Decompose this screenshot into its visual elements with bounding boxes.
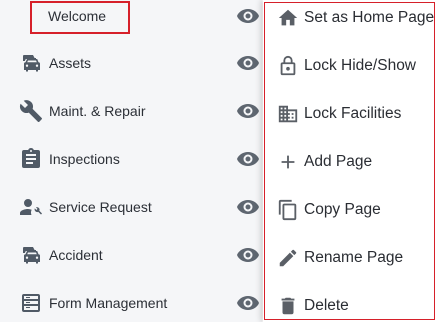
home-icon bbox=[276, 6, 300, 30]
nav-item-label: Accident bbox=[49, 247, 103, 263]
person-wrench-icon bbox=[18, 194, 44, 220]
pencil-icon bbox=[276, 246, 300, 270]
menu-item-label: Lock Hide/Show bbox=[304, 57, 417, 74]
menu-item-lock-facilities[interactable]: Lock Facilities bbox=[264, 92, 435, 136]
eye-icon[interactable] bbox=[236, 99, 260, 123]
nav-item-assets[interactable]: Assets bbox=[0, 41, 262, 85]
nav-item-label: Welcome bbox=[48, 8, 107, 24]
menu-item-delete[interactable]: Delete bbox=[264, 284, 435, 322]
menu-item-label: Rename Page bbox=[304, 249, 404, 266]
menu-item-lock-hide-show[interactable]: Lock Hide/Show bbox=[264, 44, 435, 88]
trash-icon bbox=[276, 294, 300, 318]
menu-item-set-home-page[interactable]: Set as Home Page bbox=[264, 0, 435, 40]
menu-item-label: Add Page bbox=[304, 153, 373, 170]
menu-item-rename-page[interactable]: Rename Page bbox=[264, 236, 435, 280]
eye-icon[interactable] bbox=[236, 4, 260, 28]
vehicles-icon bbox=[18, 50, 44, 76]
eye-icon[interactable] bbox=[236, 243, 260, 267]
wrench-icon bbox=[18, 98, 44, 124]
page-menu-screen: Welcome Assets Maint. & Repair Inspectio… bbox=[0, 0, 436, 322]
eye-icon[interactable] bbox=[236, 147, 260, 171]
nav-item-service-request[interactable]: Service Request bbox=[0, 185, 262, 229]
nav-item-inspections[interactable]: Inspections bbox=[0, 137, 262, 181]
copy-icon bbox=[276, 198, 300, 222]
nav-item-label: Maint. & Repair bbox=[49, 103, 146, 119]
building-icon bbox=[276, 102, 300, 126]
menu-item-copy-page[interactable]: Copy Page bbox=[264, 188, 435, 232]
menu-item-label: Set as Home Page bbox=[304, 9, 435, 26]
menu-item-label: Copy Page bbox=[304, 201, 381, 218]
menu-item-label: Delete bbox=[304, 297, 349, 314]
nav-item-label: Assets bbox=[49, 55, 92, 71]
page-navigation-list: Welcome Assets Maint. & Repair Inspectio… bbox=[0, 0, 262, 322]
eye-icon[interactable] bbox=[236, 51, 260, 75]
vehicles-icon bbox=[18, 242, 44, 268]
nav-item-form-management[interactable]: Form Management bbox=[0, 281, 262, 322]
menu-item-label: Lock Facilities bbox=[304, 105, 402, 122]
nav-item-accident[interactable]: Accident bbox=[0, 233, 262, 277]
lock-icon bbox=[276, 54, 300, 78]
nav-item-welcome[interactable]: Welcome bbox=[0, 0, 262, 44]
nav-item-maint-repair[interactable]: Maint. & Repair bbox=[0, 89, 262, 133]
nav-item-label: Service Request bbox=[49, 199, 152, 215]
menu-item-add-page[interactable]: Add Page bbox=[264, 140, 435, 184]
eye-icon[interactable] bbox=[236, 291, 260, 315]
eye-icon[interactable] bbox=[236, 195, 260, 219]
form-icon bbox=[18, 290, 44, 316]
nav-item-label: Form Management bbox=[49, 295, 168, 311]
nav-item-label: Inspections bbox=[49, 151, 120, 167]
clipboard-icon bbox=[18, 146, 44, 172]
plus-icon bbox=[276, 150, 300, 174]
